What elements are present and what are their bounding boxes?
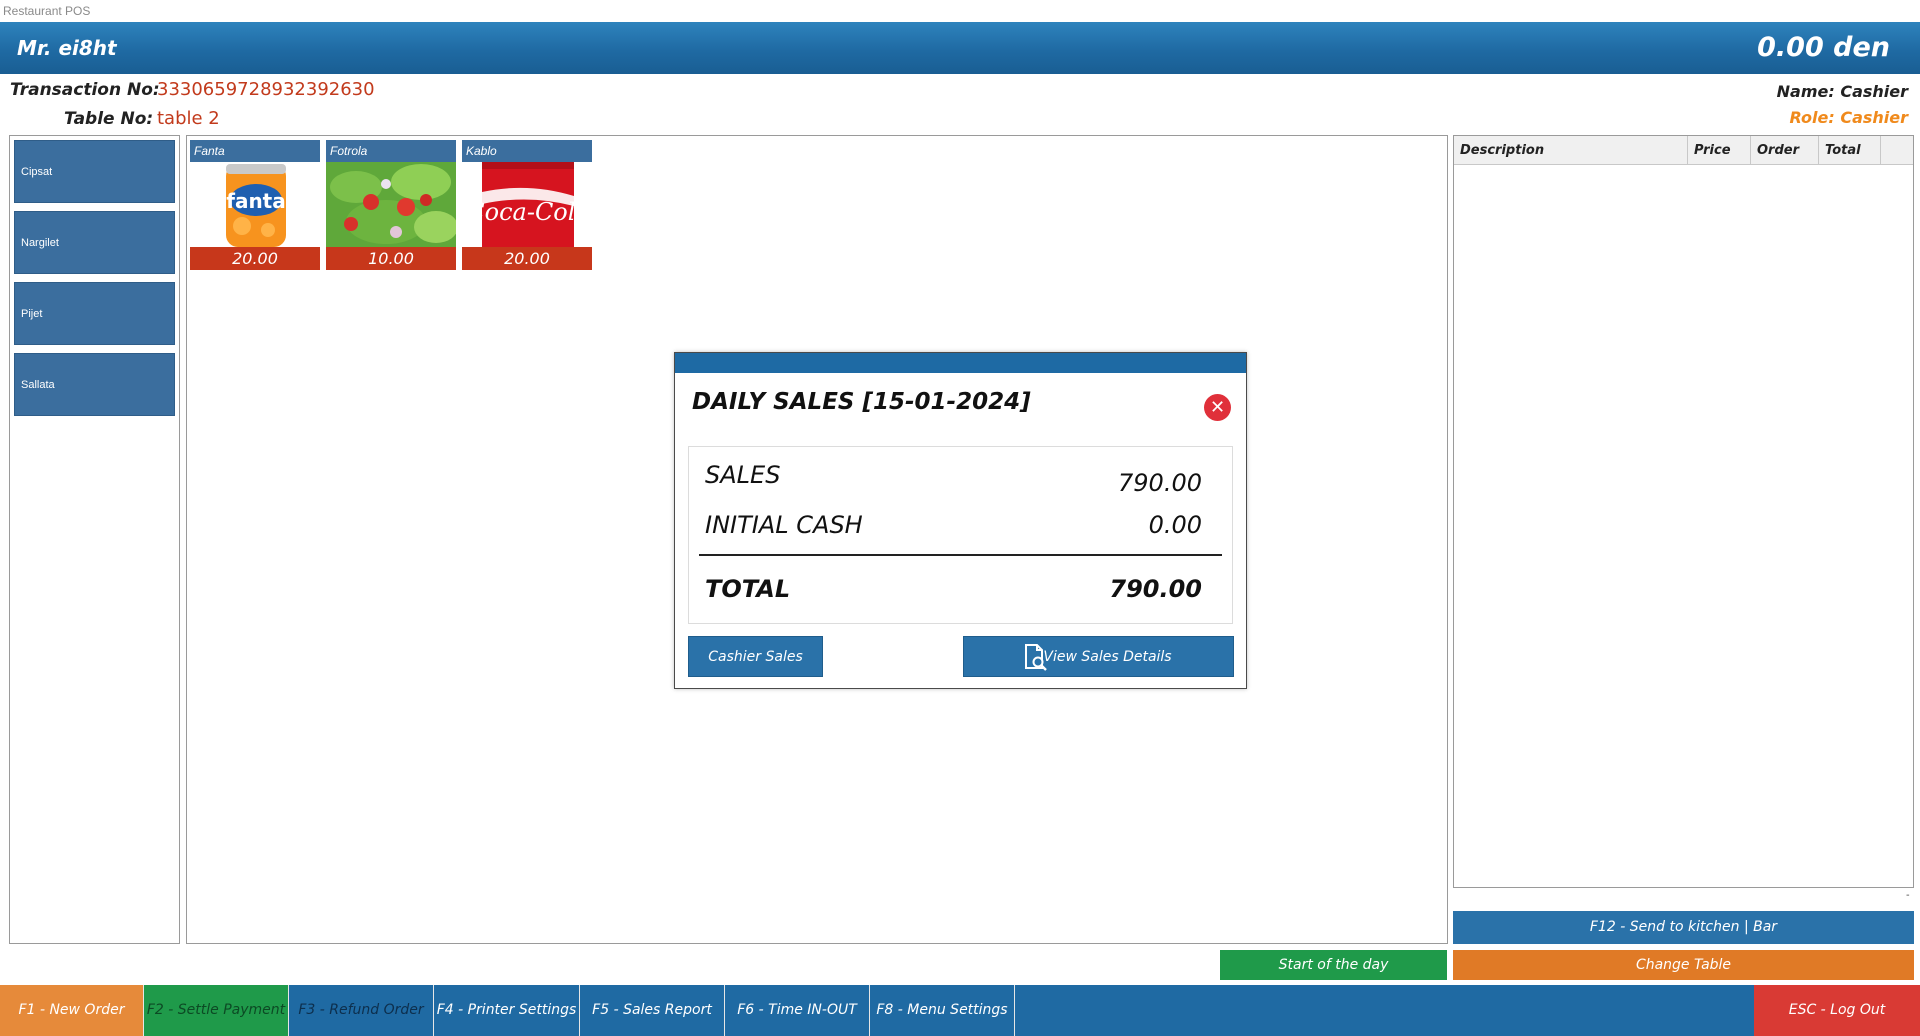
coca-cola-can-image: Coca-Cola — [462, 162, 592, 247]
window-title: Restaurant POS — [0, 0, 1920, 22]
order-panel: Description Price Order Total — [1453, 135, 1914, 888]
cashier-role: Role: Cashier — [1789, 108, 1909, 127]
product-name: Kablo — [462, 140, 592, 162]
salad-image — [326, 162, 456, 247]
sales-value: 790.00 — [1118, 469, 1202, 497]
sales-label: SALES — [705, 461, 781, 489]
total-value: 790.00 — [1109, 575, 1202, 603]
product-kablo[interactable]: Kablo Coca-Cola 20.00 — [462, 140, 592, 270]
cashier-sales-button[interactable]: Cashier Sales — [688, 636, 823, 677]
column-total[interactable]: Total — [1819, 136, 1881, 165]
time-in-out-button[interactable]: F6 - Time IN-OUT — [725, 985, 870, 1036]
category-panel: Cipsat Nargilet Pijet Sallata — [9, 135, 180, 944]
dialog-title: DAILY SALES [15-01-2024] — [692, 389, 1031, 415]
category-sallata[interactable]: Sallata — [14, 353, 175, 416]
dialog-title-strip — [675, 353, 1246, 373]
order-footer-mark: - — [1906, 890, 1910, 901]
view-sales-details-button[interactable]: View Sales Details — [963, 636, 1234, 677]
product-name: Fotrola — [326, 140, 456, 162]
initial-cash-value: 0.00 — [1148, 511, 1202, 539]
cashier-name: Name: Cashier — [1776, 82, 1908, 101]
view-sales-details-label: View Sales Details — [1043, 649, 1172, 665]
new-order-button[interactable]: F1 - New Order — [0, 985, 144, 1036]
refund-order-button[interactable]: F3 - Refund Order — [289, 985, 434, 1036]
daily-sales-dialog: DAILY SALES [15-01-2024] ✕ SALES 790.00 … — [674, 352, 1247, 689]
change-table-button[interactable]: Change Table — [1453, 950, 1914, 980]
product-price: 20.00 — [190, 247, 320, 270]
close-icon[interactable]: ✕ — [1204, 394, 1231, 421]
product-name: Fanta — [190, 140, 320, 162]
product-fanta[interactable]: Fanta fanta 20.00 — [190, 140, 320, 270]
initial-cash-label: INITIAL CASH — [705, 511, 863, 539]
product-price: 20.00 — [462, 247, 592, 270]
category-cipsat[interactable]: Cipsat — [14, 140, 175, 203]
total-divider — [699, 554, 1222, 556]
category-pijet[interactable]: Pijet — [14, 282, 175, 345]
start-of-day-button[interactable]: Start of the day — [1220, 950, 1447, 980]
header-bar: Mr. ei8ht 0.00 den — [0, 22, 1920, 74]
table-number: table 2 — [157, 108, 220, 129]
column-description[interactable]: Description — [1454, 136, 1688, 165]
table-label: Table No: — [64, 109, 154, 129]
column-order[interactable]: Order — [1751, 136, 1819, 165]
send-to-kitchen-button[interactable]: F12 - Send to kitchen | Bar — [1453, 911, 1914, 944]
product-fotrola[interactable]: Fotrola 10.00 — [326, 140, 456, 270]
balance-display: 0.00 den — [1757, 32, 1890, 63]
category-nargilet[interactable]: Nargilet — [14, 211, 175, 274]
svg-text:fanta: fanta — [226, 189, 286, 213]
sales-report-button[interactable]: F5 - Sales Report — [580, 985, 725, 1036]
column-price[interactable]: Price — [1688, 136, 1751, 165]
svg-text:Coca-Cola: Coca-Cola — [466, 198, 589, 226]
fanta-can-image: fanta — [190, 162, 320, 247]
sales-summary-box: SALES 790.00 INITIAL CASH 0.00 TOTAL 790… — [688, 446, 1233, 624]
total-label: TOTAL — [705, 575, 791, 603]
settle-payment-button[interactable]: F2 - Settle Payment — [144, 985, 289, 1036]
menu-settings-button[interactable]: F8 - Menu Settings — [870, 985, 1015, 1036]
transaction-number: 3330659728932392630 — [157, 79, 375, 100]
printer-settings-button[interactable]: F4 - Printer Settings — [434, 985, 580, 1036]
document-search-icon — [1024, 644, 1048, 671]
product-price: 10.00 — [326, 247, 456, 270]
function-key-bar: F1 - New Order F2 - Settle Payment F3 - … — [0, 985, 1920, 1036]
order-table-header: Description Price Order Total — [1454, 136, 1913, 165]
transaction-label: Transaction No: — [10, 80, 160, 100]
log-out-button[interactable]: ESC - Log Out — [1754, 985, 1920, 1036]
user-name: Mr. ei8ht — [17, 36, 117, 60]
